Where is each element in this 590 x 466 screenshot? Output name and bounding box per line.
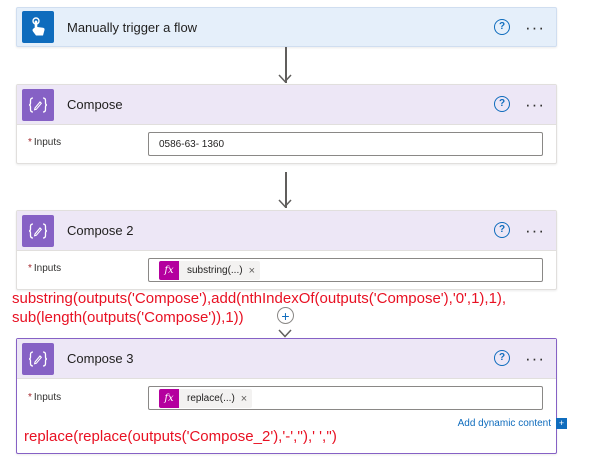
inputs-row: * Inputs fx replace(...) × bbox=[17, 379, 556, 417]
connector-arrow bbox=[276, 322, 296, 338]
fx-icon: fx bbox=[159, 261, 179, 280]
compose-card[interactable]: Compose ? ··· * Inputs 0586-63- 1360 bbox=[16, 84, 557, 164]
trigger-header[interactable]: Manually trigger a flow ? ··· bbox=[17, 8, 556, 46]
token-label: substring(...) bbox=[187, 265, 243, 276]
inputs-label-text: Inputs bbox=[33, 392, 62, 403]
arrow-down-icon bbox=[278, 199, 292, 208]
add-dynamic-content-icon[interactable]: + bbox=[556, 418, 567, 429]
compose-2-title: Compose 2 bbox=[67, 223, 134, 238]
add-dynamic-content-label[interactable]: Add dynamic content bbox=[458, 418, 551, 429]
compose-icon bbox=[22, 88, 54, 121]
required-marker: * bbox=[28, 263, 32, 274]
substring-expression-annotation-line2: sub(length(outputs('Compose')),1)) bbox=[12, 309, 244, 326]
trigger-card[interactable]: Manually trigger a flow ? ··· bbox=[16, 7, 557, 47]
insert-step-icon[interactable]: + bbox=[277, 307, 294, 324]
required-marker: * bbox=[28, 137, 32, 148]
inputs-label-text: Inputs bbox=[33, 263, 62, 274]
add-dynamic-content-link[interactable]: Add dynamic content + bbox=[458, 418, 567, 429]
more-options-icon[interactable]: ··· bbox=[524, 221, 546, 239]
inputs-label-text: Inputs bbox=[33, 137, 62, 148]
help-icon[interactable]: ? bbox=[494, 19, 510, 35]
compose-header[interactable]: Compose ? ··· bbox=[17, 85, 556, 125]
expression-token[interactable]: fx substring(...) × bbox=[159, 261, 261, 280]
remove-token-icon[interactable]: × bbox=[249, 265, 260, 277]
inputs-value: 0586-63- 1360 bbox=[159, 139, 225, 150]
replace-expression-annotation: replace(replace(outputs('Compose_2'),'-'… bbox=[24, 428, 337, 445]
inputs-row: * Inputs 0586-63- 1360 bbox=[17, 125, 556, 163]
compose-3-header[interactable]: Compose 3 ? ··· bbox=[17, 339, 556, 379]
remove-token-icon[interactable]: × bbox=[241, 393, 252, 405]
required-marker: * bbox=[28, 392, 32, 403]
compose-2-header[interactable]: Compose 2 ? ··· bbox=[17, 211, 556, 251]
expression-token[interactable]: fx replace(...) × bbox=[159, 389, 253, 408]
trigger-title: Manually trigger a flow bbox=[67, 19, 198, 35]
inputs-label: * Inputs bbox=[28, 137, 61, 148]
inputs-field[interactable]: fx replace(...) × bbox=[148, 386, 543, 410]
compose-3-title: Compose 3 bbox=[67, 351, 134, 366]
fx-icon: fx bbox=[159, 389, 179, 408]
compose-icon bbox=[22, 214, 54, 247]
touch-hand-icon bbox=[22, 11, 54, 43]
inputs-label: * Inputs bbox=[28, 392, 61, 403]
token-label: replace(...) bbox=[187, 393, 235, 404]
more-options-icon[interactable]: ··· bbox=[524, 95, 546, 113]
compose-2-card[interactable]: Compose 2 ? ··· * Inputs fx substring(...… bbox=[16, 210, 557, 290]
more-options-icon[interactable]: ··· bbox=[524, 18, 546, 36]
inputs-field[interactable]: 0586-63- 1360 bbox=[148, 132, 543, 156]
connector-arrow bbox=[276, 172, 296, 209]
compose-title: Compose bbox=[67, 97, 123, 112]
help-icon[interactable]: ? bbox=[494, 222, 510, 238]
connector-arrow bbox=[276, 47, 296, 84]
arrow-down-icon bbox=[278, 74, 292, 83]
inputs-field[interactable]: fx substring(...) × bbox=[148, 258, 543, 282]
inputs-label: * Inputs bbox=[28, 263, 61, 274]
compose-icon bbox=[22, 342, 54, 375]
help-icon[interactable]: ? bbox=[494, 350, 510, 366]
substring-expression-annotation: substring(outputs('Compose'),add(nthInde… bbox=[12, 290, 507, 307]
more-options-icon[interactable]: ··· bbox=[524, 349, 546, 367]
arrow-down-icon bbox=[278, 329, 292, 338]
help-icon[interactable]: ? bbox=[494, 96, 510, 112]
inputs-row: * Inputs fx substring(...) × bbox=[17, 251, 556, 289]
